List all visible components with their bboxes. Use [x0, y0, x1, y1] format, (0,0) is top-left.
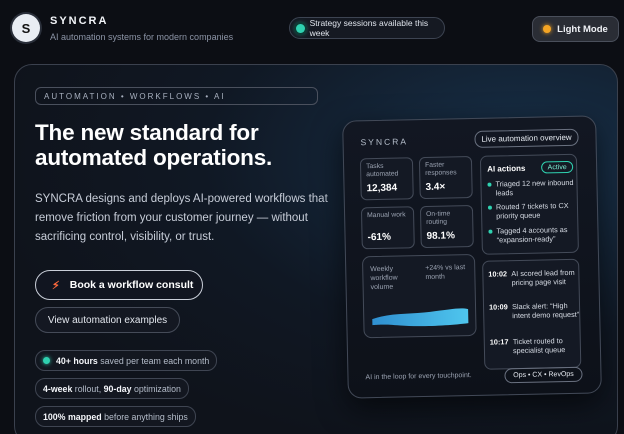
brand-name: SYNCRA	[50, 14, 109, 27]
metric-value: 98.1%	[426, 230, 456, 242]
bullet-dot-icon	[488, 229, 493, 234]
brand-text: SYNCRA AI automation systems for modern …	[50, 15, 233, 42]
stat-pill-text: optimization	[131, 383, 181, 394]
activity-log-panel: 10:02 AI scored lead from pricing page v…	[482, 258, 582, 370]
metric-tasks-automated: Tasks automated 12,384	[359, 157, 414, 201]
volume-delta: +24% vs last month	[425, 264, 466, 281]
ai-actions-panel: AI actions Active Triaged 12 new inbound…	[479, 153, 579, 255]
action-item: Tagged 4 accounts as “expansion-ready”	[488, 225, 576, 245]
logo: S	[12, 14, 40, 42]
log-entry: 10:02 AI scored lead from pricing page v…	[488, 268, 578, 288]
metric-value: 3.4×	[425, 181, 446, 193]
metric-label: On-time routing	[426, 210, 451, 226]
metric-manual-work: Manual work -61%	[360, 206, 415, 250]
card-footnote: AI in the loop for every touchpoint.	[365, 372, 472, 382]
log-entry: 10:09 Slack alert: “High intent demo req…	[489, 301, 579, 321]
status-dot-icon	[43, 357, 50, 364]
stat-pill-strong: 100% mapped	[43, 411, 102, 422]
action-item: Routed 7 tickets to CX priority queue	[487, 200, 576, 221]
stat-pill-strong: 4-week	[43, 383, 73, 394]
strategy-sessions-notice[interactable]: Strategy sessions available this week	[289, 17, 445, 39]
stat-pill-hours: 40+ hours saved per team each month	[35, 350, 218, 371]
brand-tagline: AI automation systems for modern compani…	[50, 31, 234, 42]
bullet-dot-icon	[487, 182, 492, 187]
stat-pill-strong: 40+ hours	[56, 355, 98, 366]
stat-pill-text: rollout,	[72, 383, 104, 394]
metric-label: Manual work	[367, 211, 406, 220]
card-brand: SYNCRA	[360, 136, 409, 148]
volume-wave-graphic	[372, 308, 469, 327]
action-item-text: Triaged 12 new inbound leads	[495, 177, 574, 198]
status-badge: Active	[541, 160, 574, 174]
light-mode-label: Light Mode	[557, 23, 608, 35]
lightning-icon: ⚡︎	[52, 279, 60, 292]
team-tags: Ops • CX • RevOps	[504, 366, 583, 384]
log-time: 10:09	[488, 302, 508, 312]
action-item-text: Tagged 4 accounts as “expansion-ready”	[496, 224, 568, 245]
view-examples-button[interactable]: View automation examples	[35, 307, 180, 333]
metric-on-time-routing: On-time routing 98.1%	[419, 204, 474, 249]
stat-pill-text: saved per team each month	[97, 355, 210, 366]
book-consult-label: Book a workflow consult	[69, 279, 194, 291]
metric-value: -61%	[367, 231, 392, 244]
hero-description: SYNCRA designs and deploys AI-powered wo…	[35, 193, 328, 243]
volume-label: Weekly workflow volume	[370, 265, 398, 292]
book-consult-button[interactable]: ⚡︎ Book a workflow consult	[35, 270, 203, 300]
brand[interactable]: S SYNCRA AI automation systems for moder…	[12, 14, 233, 42]
metric-label: Tasks automated	[366, 162, 399, 179]
hero-headline: The new standard for automated operation…	[35, 120, 273, 170]
status-dot-icon	[296, 23, 305, 33]
ai-actions-title: AI actions	[487, 163, 526, 174]
bullet-dot-icon	[487, 205, 493, 210]
action-item: Triaged 12 new inbound leads	[487, 178, 575, 198]
light-mode-button[interactable]: Light Mode	[532, 16, 619, 42]
metric-faster-responses: Faster responses 3.4×	[418, 155, 473, 200]
metric-label: Faster responses	[424, 161, 457, 177]
notice-text: Strategy sessions available this week	[309, 18, 429, 38]
metric-value: 12,384	[366, 182, 398, 195]
log-time: 10:17	[489, 337, 509, 347]
log-entry: 10:17 Ticket routed to specialist queue	[490, 336, 580, 356]
weekly-volume-panel: Weekly workflow volume +24% vs last mont…	[361, 253, 477, 339]
action-item-text: Routed 7 tickets to CX priority queue	[495, 200, 569, 221]
sun-icon	[543, 25, 552, 33]
automation-dashboard-card: SYNCRA Live automation overview Tasks au…	[342, 115, 602, 399]
stat-pill-text: before anything ships	[101, 411, 188, 422]
stat-pill-strong: 90-day	[103, 383, 132, 394]
hero-kicker: AUTOMATION • WORKFLOWS • AI	[35, 87, 318, 105]
log-time: 10:02	[488, 269, 508, 279]
stat-pill-rollout: 4-week rollout, 90-day optimization	[35, 378, 189, 399]
stat-pill-mapped: 100% mapped before anything ships	[35, 406, 196, 427]
live-overview-button[interactable]: Live automation overview	[474, 128, 579, 148]
